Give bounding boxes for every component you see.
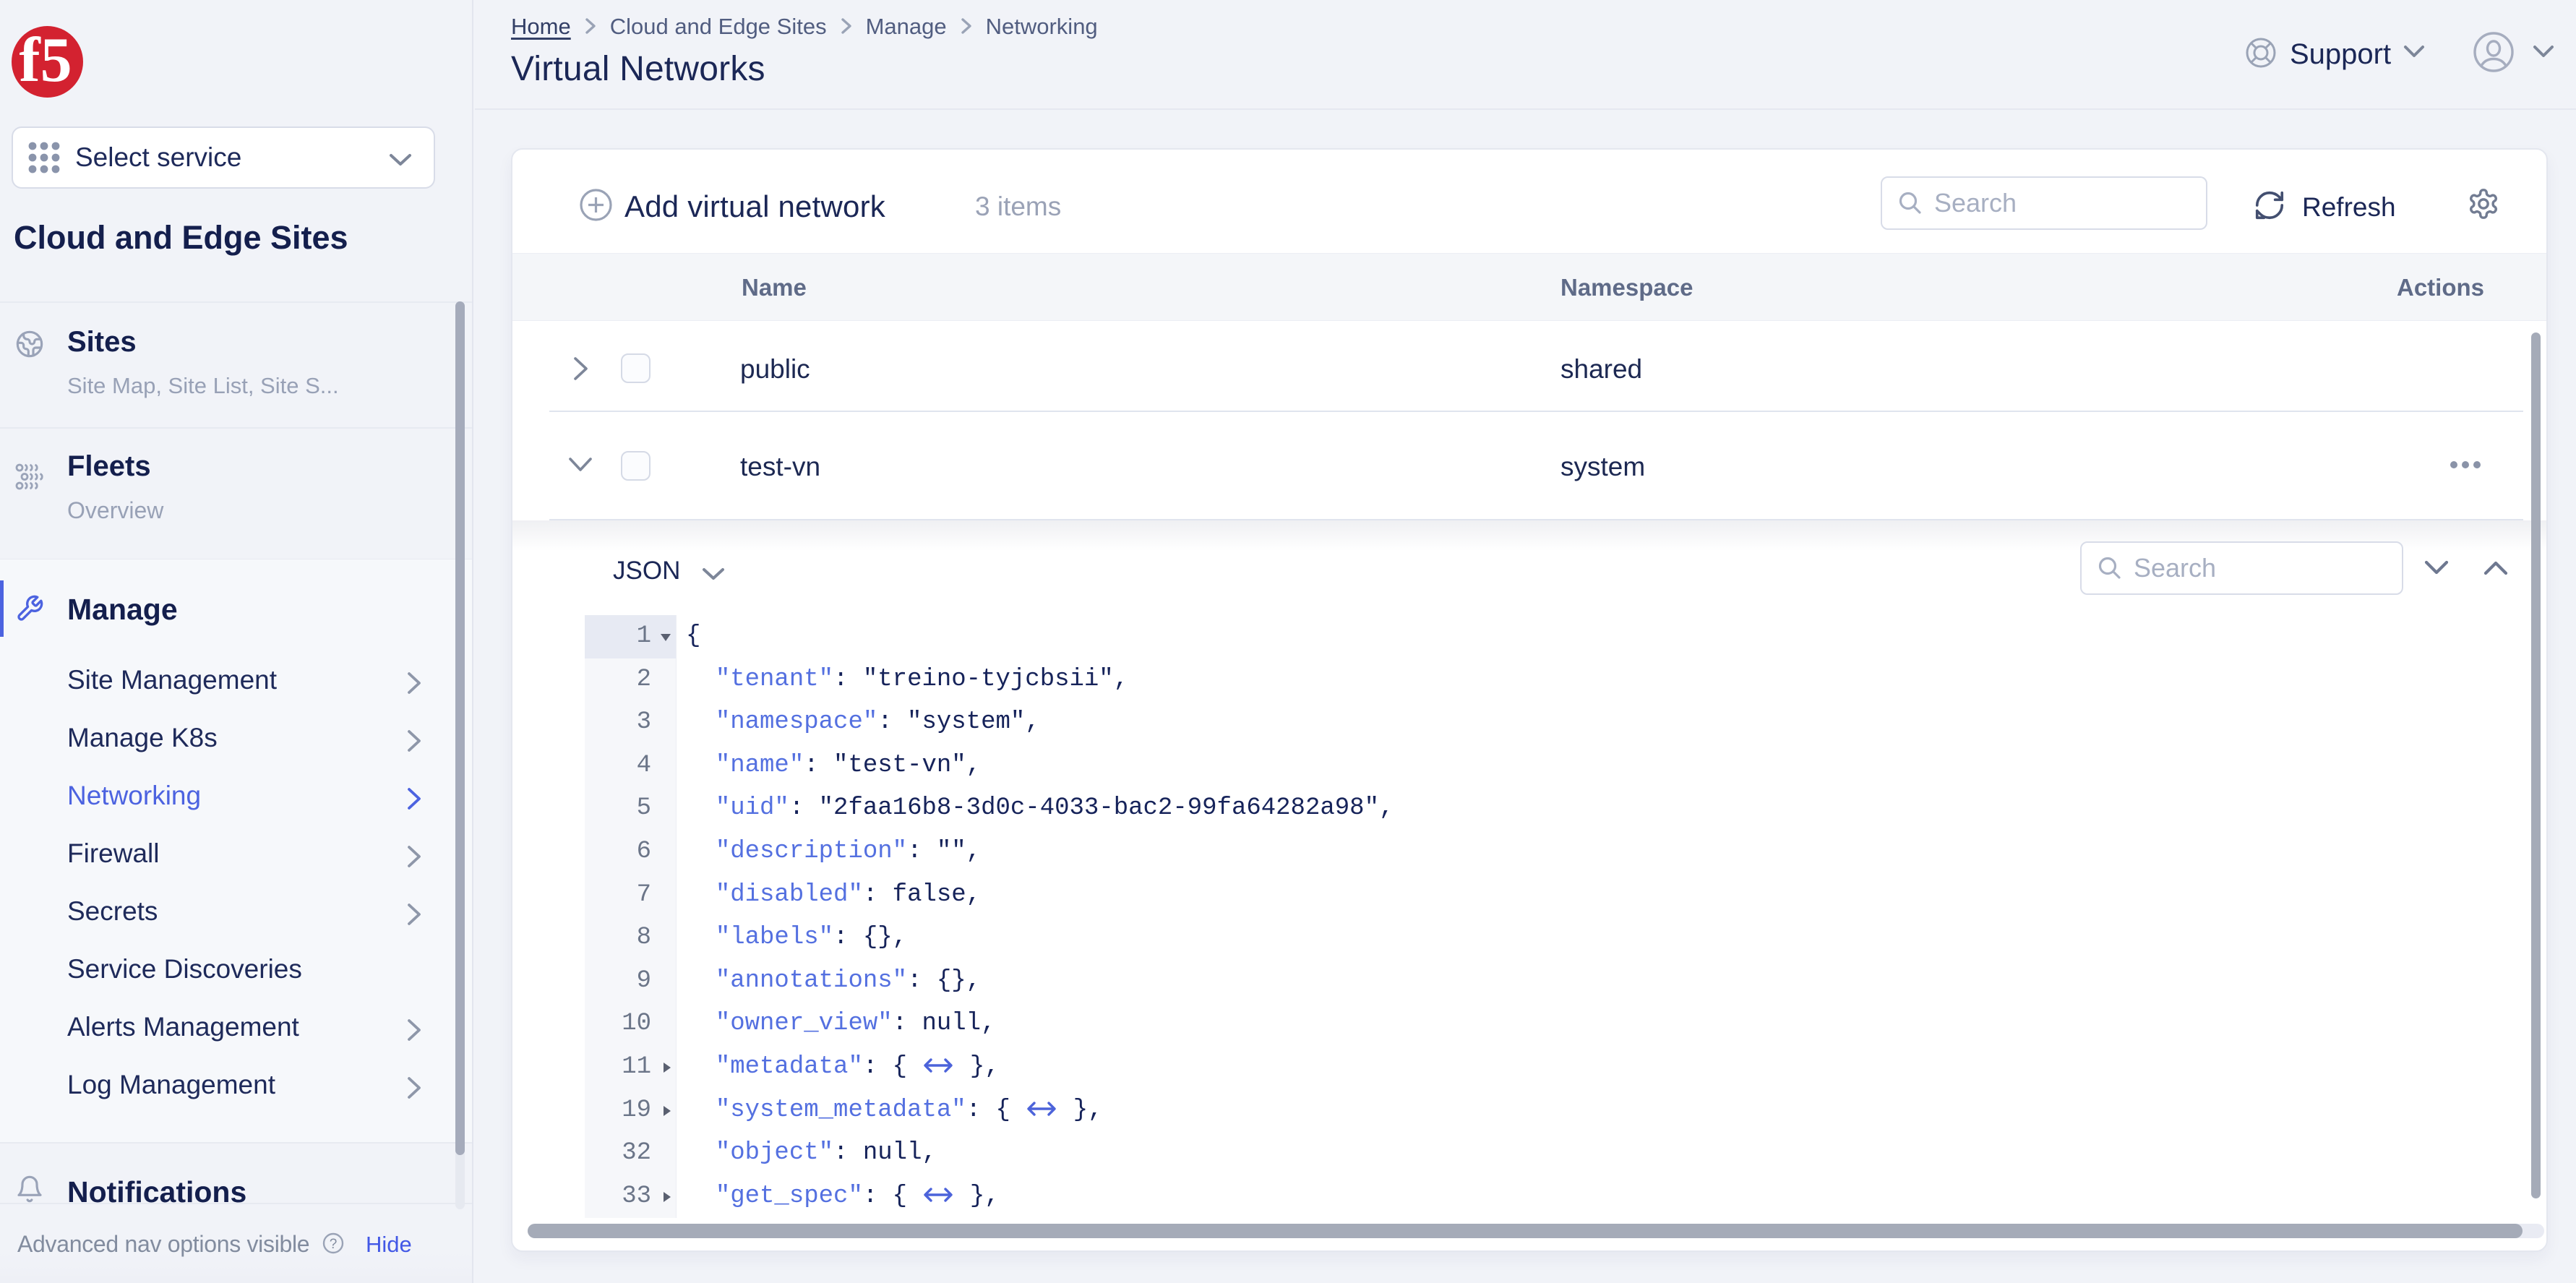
svg-text:f5: f5 — [19, 26, 72, 95]
svg-text:?: ? — [330, 1237, 338, 1252]
